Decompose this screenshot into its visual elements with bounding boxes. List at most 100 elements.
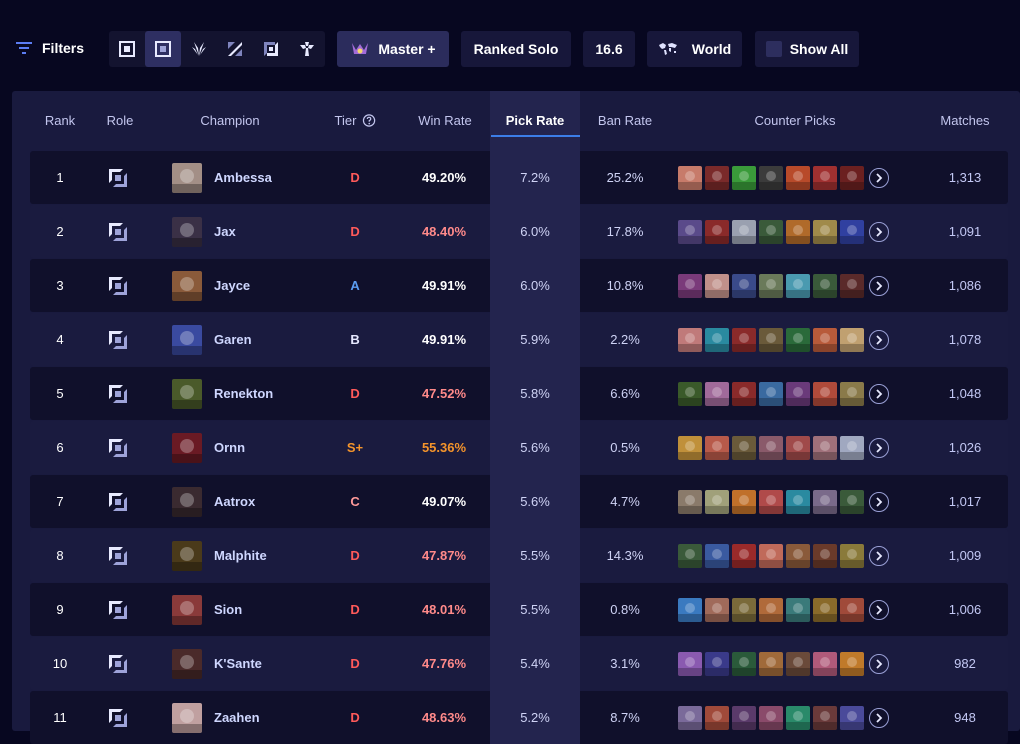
counter-champion-icon[interactable] [678, 165, 702, 190]
table-row[interactable]: 8 Malphite D 47.87% 5.5% 14.3% 1,009 [30, 529, 1008, 582]
counter-champion-icon[interactable] [678, 597, 702, 622]
counter-champion-icon[interactable] [759, 489, 783, 514]
table-row[interactable]: 1 Ambessa D 49.20% 7.2% 25.2% 1,313 [30, 151, 1008, 204]
counter-champion-icon[interactable] [705, 381, 729, 406]
counter-champion-icon[interactable] [678, 327, 702, 352]
champion-portrait-icon[interactable] [172, 702, 202, 733]
counter-champion-icon[interactable] [786, 381, 810, 406]
champion-cell[interactable]: K'Sante [172, 637, 262, 690]
counter-champion-icon[interactable] [678, 705, 702, 730]
champion-cell[interactable]: Jayce [172, 259, 250, 312]
counter-champion-icon[interactable] [840, 597, 864, 622]
counter-champion-icon[interactable] [786, 165, 810, 190]
role-support-button[interactable] [289, 31, 325, 67]
table-row[interactable]: 2 Jax D 48.40% 6.0% 17.8% 1,091 [30, 205, 1008, 258]
counter-champion-icon[interactable] [813, 165, 837, 190]
role-top-button[interactable] [145, 31, 181, 67]
counter-champion-icon[interactable] [678, 651, 702, 676]
counter-champion-icon[interactable] [759, 543, 783, 568]
counter-champion-icon[interactable] [759, 381, 783, 406]
more-counters-button[interactable] [869, 545, 889, 566]
header-ban-rate[interactable]: Ban Rate [598, 113, 652, 128]
counter-champion-icon[interactable] [705, 327, 729, 352]
champion-name[interactable]: Jayce [214, 278, 250, 293]
champion-portrait-icon[interactable] [172, 594, 202, 625]
counter-champion-icon[interactable] [732, 489, 756, 514]
header-rank[interactable]: Rank [45, 113, 75, 128]
more-counters-button[interactable] [869, 275, 889, 296]
counter-champion-icon[interactable] [678, 381, 702, 406]
counter-champion-icon[interactable] [732, 327, 756, 352]
counter-champion-icon[interactable] [813, 435, 837, 460]
champion-portrait-icon[interactable] [172, 540, 202, 571]
counter-champion-icon[interactable] [786, 273, 810, 298]
counter-champion-icon[interactable] [705, 543, 729, 568]
counter-champion-icon[interactable] [732, 273, 756, 298]
counter-champion-icon[interactable] [732, 543, 756, 568]
rank-filter-dropdown[interactable]: Master + [337, 31, 449, 67]
more-counters-button[interactable] [869, 437, 889, 458]
table-row[interactable]: 6 Ornn S+ 55.36% 5.6% 0.5% 1,026 [30, 421, 1008, 474]
champion-name[interactable]: Sion [214, 602, 242, 617]
champion-name[interactable]: Renekton [214, 386, 273, 401]
champion-name[interactable]: Ambessa [214, 170, 272, 185]
counter-champion-icon[interactable] [732, 705, 756, 730]
counter-champion-icon[interactable] [705, 489, 729, 514]
counter-champion-icon[interactable] [732, 435, 756, 460]
counter-champion-icon[interactable] [705, 597, 729, 622]
counter-champion-icon[interactable] [840, 489, 864, 514]
counter-champion-icon[interactable] [813, 273, 837, 298]
table-row[interactable]: 4 Garen B 49.91% 5.9% 2.2% 1,078 [30, 313, 1008, 366]
header-pick-rate[interactable]: Pick Rate [506, 113, 565, 128]
counter-champion-icon[interactable] [813, 705, 837, 730]
queue-filter-dropdown[interactable]: Ranked Solo [461, 31, 571, 67]
counter-champion-icon[interactable] [678, 435, 702, 460]
counter-champion-icon[interactable] [705, 435, 729, 460]
more-counters-button[interactable] [869, 491, 889, 512]
counter-champion-icon[interactable] [759, 219, 783, 244]
header-champion[interactable]: Champion [200, 113, 259, 128]
role-all-button[interactable] [109, 31, 145, 67]
role-mid-button[interactable] [217, 31, 253, 67]
champion-cell[interactable]: Garen [172, 313, 252, 366]
champion-name[interactable]: Ornn [214, 440, 245, 455]
counter-champion-icon[interactable] [732, 597, 756, 622]
header-matches[interactable]: Matches [940, 113, 989, 128]
counter-champion-icon[interactable] [759, 651, 783, 676]
champion-portrait-icon[interactable] [172, 648, 202, 679]
header-tier[interactable]: Tier [335, 113, 376, 128]
counter-champion-icon[interactable] [705, 273, 729, 298]
counter-champion-icon[interactable] [786, 219, 810, 244]
header-win-rate[interactable]: Win Rate [418, 113, 471, 128]
counter-champion-icon[interactable] [786, 435, 810, 460]
champion-portrait-icon[interactable] [172, 486, 202, 517]
counter-champion-icon[interactable] [813, 381, 837, 406]
filters-toggle[interactable]: Filters [16, 40, 84, 56]
counter-champion-icon[interactable] [759, 705, 783, 730]
counter-champion-icon[interactable] [840, 705, 864, 730]
counter-champion-icon[interactable] [813, 597, 837, 622]
champion-name[interactable]: Garen [214, 332, 252, 347]
counter-champion-icon[interactable] [786, 327, 810, 352]
counter-champion-icon[interactable] [678, 543, 702, 568]
counter-champion-icon[interactable] [840, 381, 864, 406]
counter-champion-icon[interactable] [732, 165, 756, 190]
header-role[interactable]: Role [107, 113, 134, 128]
counter-champion-icon[interactable] [813, 327, 837, 352]
champion-name[interactable]: Zaahen [214, 710, 260, 725]
counter-champion-icon[interactable] [840, 435, 864, 460]
more-counters-button[interactable] [869, 221, 889, 242]
champion-cell[interactable]: Ornn [172, 421, 245, 474]
champion-portrait-icon[interactable] [172, 162, 202, 193]
champion-portrait-icon[interactable] [172, 432, 202, 463]
more-counters-button[interactable] [869, 383, 889, 404]
counter-champion-icon[interactable] [840, 219, 864, 244]
champion-cell[interactable]: Renekton [172, 367, 273, 420]
counter-champion-icon[interactable] [840, 651, 864, 676]
champion-portrait-icon[interactable] [172, 270, 202, 301]
counter-champion-icon[interactable] [678, 489, 702, 514]
counter-champion-icon[interactable] [786, 705, 810, 730]
more-counters-button[interactable] [869, 167, 889, 188]
champion-cell[interactable]: Jax [172, 205, 236, 258]
table-row[interactable]: 5 Renekton D 47.52% 5.8% 6.6% 1,048 [30, 367, 1008, 420]
